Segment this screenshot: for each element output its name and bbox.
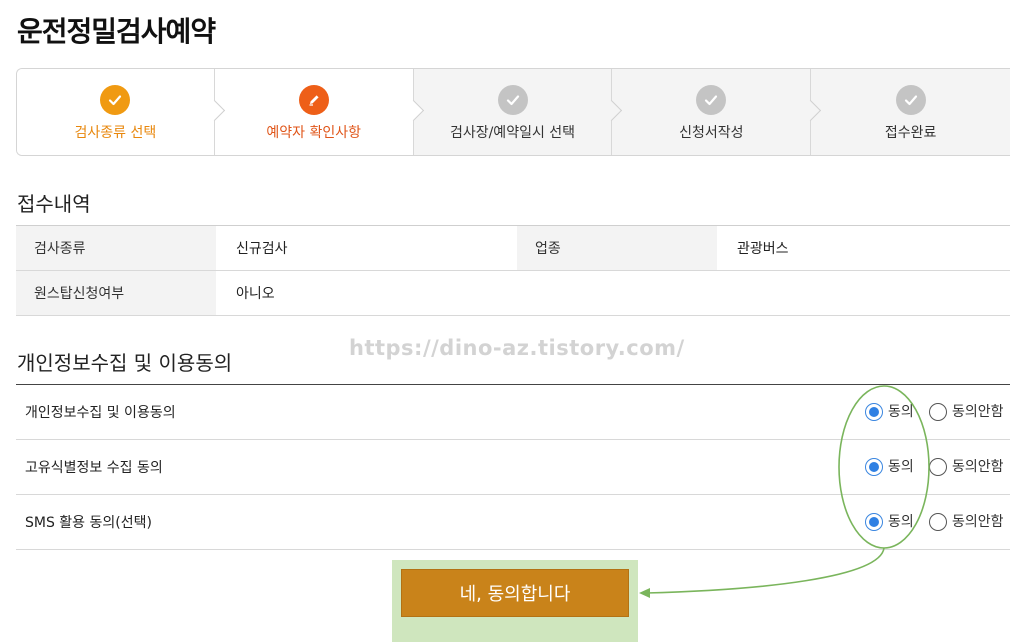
annotation-arrow-head xyxy=(639,588,650,598)
step-reserver-check: 예약자 확인사항 xyxy=(214,69,424,155)
disagree-label[interactable]: 동의안함 xyxy=(952,401,1004,421)
progress-stepper: 검사종류 선택 예약자 확인사항 검사장/예약일시 선택 신청서작성 접수완료 xyxy=(16,68,1010,156)
disagree-radio[interactable] xyxy=(929,458,947,476)
page-title: 운전정밀검사예약 xyxy=(17,15,216,48)
annotation-arrow-line xyxy=(645,547,885,594)
check-icon xyxy=(497,85,528,115)
agree-label[interactable]: 동의 xyxy=(888,511,914,531)
step-label: 예약자 확인사항 xyxy=(266,125,362,141)
agree-submit-button[interactable]: 네, 동의합니다 xyxy=(401,569,629,617)
agree-radio[interactable] xyxy=(865,403,883,421)
consent-section-title: 개인정보수집 및 이용동의 xyxy=(17,351,233,375)
table-header-cell: 검사종류 xyxy=(16,226,216,270)
disagree-radio[interactable] xyxy=(929,513,947,531)
table-header-cell: 업종 xyxy=(517,226,717,270)
consent-row-sms: SMS 활용 동의(선택) 동의 동의안함 xyxy=(16,495,1010,550)
step-complete: 접수완료 xyxy=(811,69,1010,155)
consent-row-privacy: 개인정보수집 및 이용동의 동의 동의안함 xyxy=(16,385,1010,440)
disagree-radio[interactable] xyxy=(929,403,947,421)
pencil-icon xyxy=(298,85,329,115)
table-header-cell: 원스탑신청여부 xyxy=(16,271,216,315)
disagree-label[interactable]: 동의안함 xyxy=(952,511,1004,531)
table-value-cell: 아니오 xyxy=(236,286,275,302)
watermark: https://dino-az.tistory.com/ xyxy=(349,336,685,360)
submit-highlight: 네, 동의합니다 xyxy=(392,560,638,642)
table-row: 원스탑신청여부 아니오 xyxy=(16,271,1010,316)
table-value-cell: 신규검사 xyxy=(236,241,288,257)
disagree-label[interactable]: 동의안함 xyxy=(952,456,1004,476)
step-label: 신청서작성 xyxy=(679,125,744,141)
consent-label: SMS 활용 동의(선택) xyxy=(25,515,152,531)
check-icon xyxy=(100,85,131,115)
step-label: 접수완료 xyxy=(884,125,937,141)
step-label: 검사장/예약일시 선택 xyxy=(449,125,576,141)
agree-label[interactable]: 동의 xyxy=(888,456,914,476)
receipt-table: 검사종류 신규검사 업종 관광버스 원스탑신청여부 아니오 xyxy=(16,225,1010,316)
step-label: 검사종류 선택 xyxy=(74,125,157,141)
consent-label: 고유식별정보 수집 동의 xyxy=(25,460,163,476)
check-icon xyxy=(696,85,727,115)
consent-list: 개인정보수집 및 이용동의 동의 동의안함 고유식별정보 수집 동의 동의 동의… xyxy=(16,384,1010,550)
receipt-section-title: 접수내역 xyxy=(17,192,91,216)
check-icon xyxy=(895,85,926,115)
consent-label: 개인정보수집 및 이용동의 xyxy=(25,405,176,421)
agree-radio[interactable] xyxy=(865,458,883,476)
step-select-type: 검사종류 선택 xyxy=(17,69,225,155)
agree-label[interactable]: 동의 xyxy=(888,401,914,421)
consent-row-unique-id: 고유식별정보 수집 동의 동의 동의안함 xyxy=(16,440,1010,495)
step-select-date: 검사장/예약일시 선택 xyxy=(413,69,623,155)
table-row: 검사종류 신규검사 업종 관광버스 xyxy=(16,226,1010,271)
table-value-cell: 관광버스 xyxy=(737,241,789,257)
agree-radio[interactable] xyxy=(865,513,883,531)
step-application-form: 신청서작성 xyxy=(612,69,822,155)
